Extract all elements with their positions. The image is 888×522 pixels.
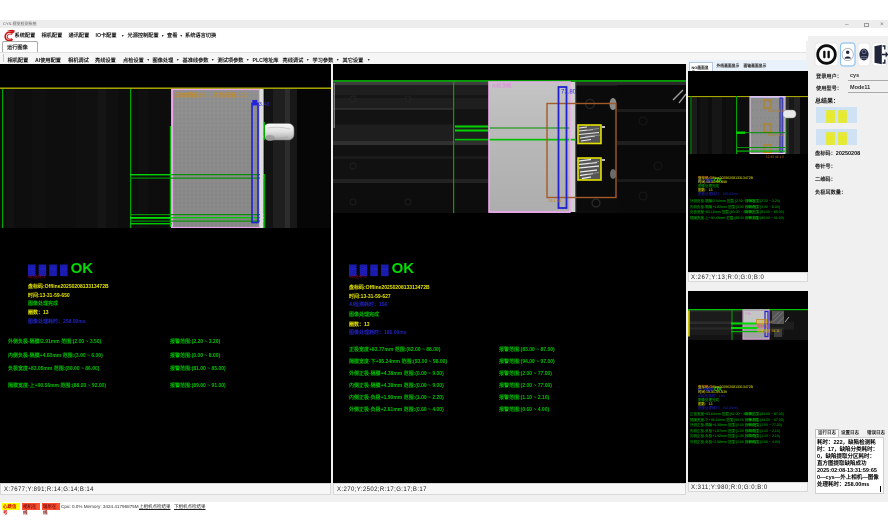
svg-text:AI检测框: AI检测框 <box>492 83 512 90</box>
svg-text:宽度83.64: 宽度83.64 <box>757 319 772 324</box>
svg-text:宽95.11: 宽95.11 <box>757 324 769 329</box>
svg-text:12.40 44.3: 12.40 44.3 <box>768 109 783 113</box>
svg-text:12.40 44.3 0: 12.40 44.3 0 <box>766 155 784 159</box>
svg-text:75.1 61: 75.1 61 <box>548 198 562 203</box>
svg-text:3.48: 3.48 <box>259 102 270 108</box>
svg-text:73.80: 73.80 <box>561 90 577 96</box>
svg-text:12.40 44.3: 12.40 44.3 <box>768 133 783 137</box>
svg-text:7.5k: 7.5k <box>745 312 751 316</box>
svg-text:隔膜宽度 95.11: 隔膜宽度 95.11 <box>757 328 780 333</box>
svg-text:灰阶阈值:93，动态阈值:100: 灰阶阈值:93，动态阈值:100 <box>174 91 248 99</box>
